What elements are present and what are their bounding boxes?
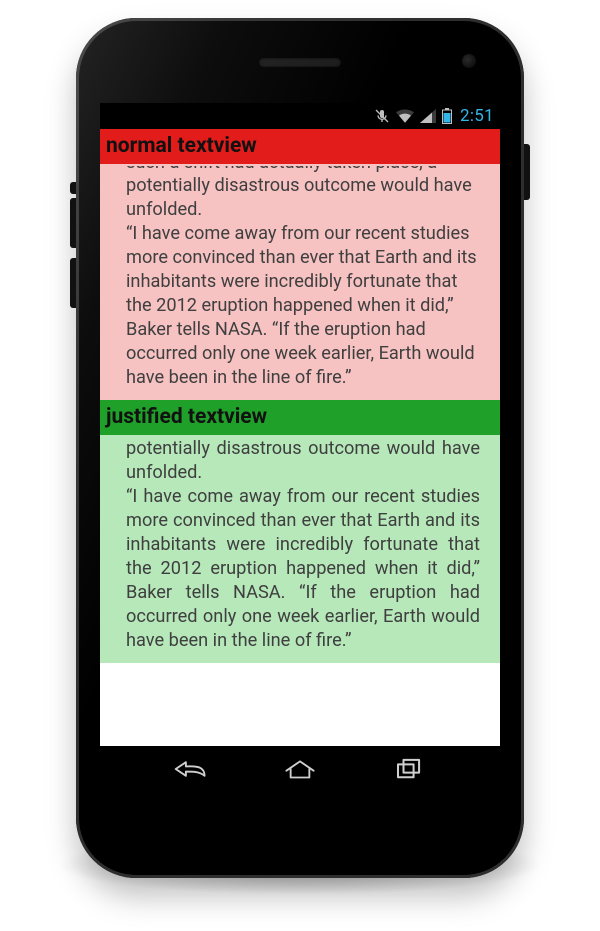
section-title: justified textview	[106, 405, 267, 429]
justified-textview[interactable]: potentially disastrous outcome would hav…	[100, 435, 500, 663]
section-title: normal textview	[106, 134, 257, 158]
navigation-bar	[100, 746, 500, 792]
power-button	[524, 144, 530, 200]
cell-signal-icon	[420, 109, 436, 123]
normal-text-quote: “I have come away from our recent studie…	[126, 222, 480, 390]
back-button[interactable]	[170, 754, 212, 784]
status-clock: 2:51	[460, 106, 494, 126]
clipped-previous-line: such a shift had actually taken place, a	[126, 166, 480, 174]
justified-text-quote: “I have come away from our recent studie…	[126, 485, 480, 653]
volume-down-button	[70, 258, 76, 308]
justified-text-lead: potentially disastrous outcome would hav…	[126, 437, 480, 485]
app-content: normal textview such a shift had actuall…	[100, 129, 500, 746]
home-button[interactable]	[279, 754, 321, 784]
side-button	[70, 182, 76, 194]
battery-icon	[442, 108, 452, 124]
microphone-muted-icon	[374, 108, 390, 124]
normal-text-lead: potentially disastrous outcome would hav…	[126, 174, 480, 222]
earpiece-speaker	[259, 58, 341, 67]
phone-frame: 2:51 normal textview such a shift had ac…	[76, 18, 524, 878]
section-header-justified: justified textview	[100, 400, 500, 435]
front-camera	[462, 54, 476, 68]
section-header-normal: normal textview	[100, 129, 500, 164]
status-bar: 2:51	[100, 103, 500, 129]
wifi-icon	[396, 109, 414, 123]
volume-up-button	[70, 198, 76, 248]
normal-textview[interactable]: such a shift had actually taken place, a…	[100, 164, 500, 400]
screen: 2:51 normal textview such a shift had ac…	[100, 103, 500, 792]
recents-button[interactable]	[388, 754, 430, 784]
